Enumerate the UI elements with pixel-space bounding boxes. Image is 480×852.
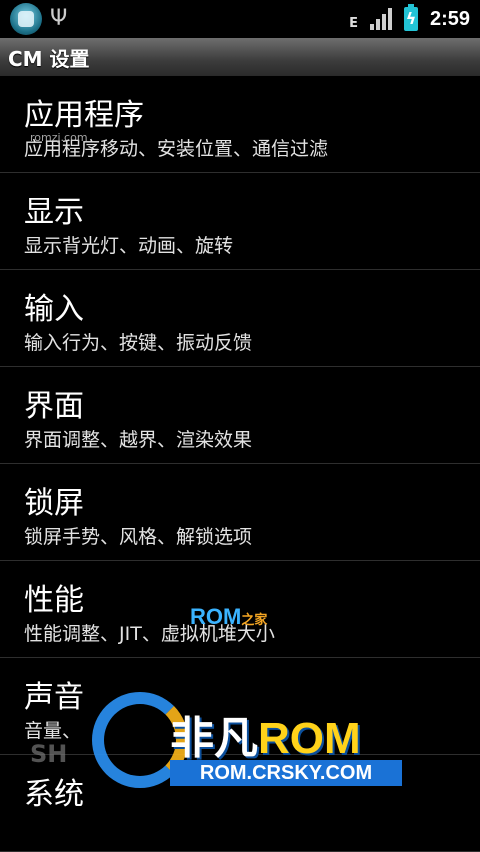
settings-item-title: 系统 <box>24 777 84 812</box>
watermark-rom-suffix: 之家 <box>241 612 268 627</box>
watermark-romzj: romzj.com <box>30 131 88 144</box>
watermark-rom-home: ROM之家 <box>190 604 267 630</box>
settings-item-title: 性能 <box>24 583 84 618</box>
signal-icon <box>369 8 392 30</box>
settings-item-interface[interactable]: 界面 界面调整、越界、渲染效果 <box>0 367 480 464</box>
settings-item-display[interactable]: 显示 显示背光灯、动画、旋转 <box>0 173 480 270</box>
settings-item-title: 显示 <box>24 195 84 230</box>
settings-item-summary: 锁屏手势、风格、解锁选项 <box>24 526 253 548</box>
status-bar: Ψ E ϟ 2:59 <box>0 0 480 38</box>
title-bar: CM 设置 <box>0 38 480 76</box>
settings-item-title: 界面 <box>24 389 84 424</box>
usb-icon: Ψ <box>50 6 68 31</box>
settings-item-summary: 界面调整、越界、渲染效果 <box>24 429 253 451</box>
clock: 2:59 <box>429 7 470 30</box>
settings-item-lockscreen[interactable]: 锁屏 锁屏手势、风格、解锁选项 <box>0 464 480 561</box>
watermark-sh: SH <box>30 740 68 768</box>
edge-data-icon: E <box>349 15 358 31</box>
settings-item-summary: 显示背光灯、动画、旋转 <box>24 235 234 257</box>
app-notification-icon[interactable] <box>10 3 42 35</box>
settings-item-applications[interactable]: 应用程序 应用程序移动、安装位置、通信过滤 <box>0 76 480 173</box>
settings-item-summary: 输入行为、按键、振动反馈 <box>24 332 253 354</box>
settings-item-title: 声音 <box>24 680 84 715</box>
watermark-domain: ROM.CRSKY.COM <box>170 760 402 786</box>
page-title: CM 设置 <box>8 46 90 71</box>
battery-charging-icon: ϟ <box>403 4 418 31</box>
settings-item-title: 应用程序 <box>24 98 144 133</box>
watermark-logo-part1: 非凡 <box>170 714 258 763</box>
settings-item-title: 锁屏 <box>24 486 84 521</box>
watermark-crsky-logo: 非凡ROM <box>170 702 361 766</box>
settings-item-input[interactable]: 输入 输入行为、按键、振动反馈 <box>0 270 480 367</box>
settings-item-summary: 音量、 <box>24 720 82 742</box>
watermark-rom-text: ROM <box>190 604 242 629</box>
settings-item-title: 输入 <box>24 292 84 327</box>
watermark-logo-part2: ROM <box>258 714 361 763</box>
